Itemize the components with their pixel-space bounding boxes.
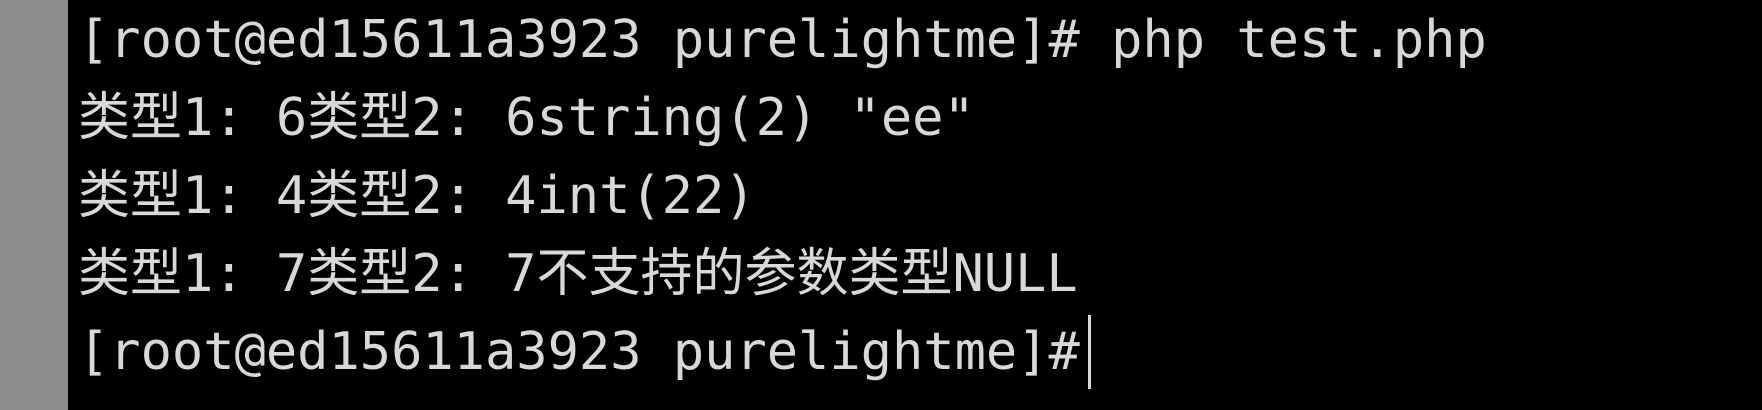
output-line: 类型1: 6类型2: 6string(2) "ee"	[78, 87, 975, 149]
output-line: 类型1: 7类型2: 7不支持的参数类型NULL	[78, 243, 1078, 305]
shell-prompt: [root@ed15611a3923 purelightme]#	[78, 322, 1080, 382]
terminal-output[interactable]: [root@ed15611a3923 purelightme]# php tes…	[68, 0, 1762, 410]
output-text: 类型1: 4类型2: 4int(22)	[78, 166, 756, 226]
output-line: 类型1: 4类型2: 4int(22)	[78, 165, 756, 227]
prompt-line: [root@ed15611a3923 purelightme]# php tes…	[78, 9, 1487, 71]
output-text: 类型1: 7类型2: 7不支持的参数类型NULL	[78, 244, 1078, 304]
text-cursor	[1087, 315, 1091, 389]
prompt-line[interactable]: [root@ed15611a3923 purelightme]#	[78, 315, 1091, 389]
terminal-window: [root@ed15611a3923 purelightme]# php tes…	[0, 0, 1762, 410]
shell-command: php test.php	[1079, 10, 1487, 70]
window-side-gutter	[0, 0, 68, 410]
shell-prompt: [root@ed15611a3923 purelightme]#	[78, 10, 1080, 70]
output-text: 类型1: 6类型2: 6string(2) "ee"	[78, 88, 975, 148]
